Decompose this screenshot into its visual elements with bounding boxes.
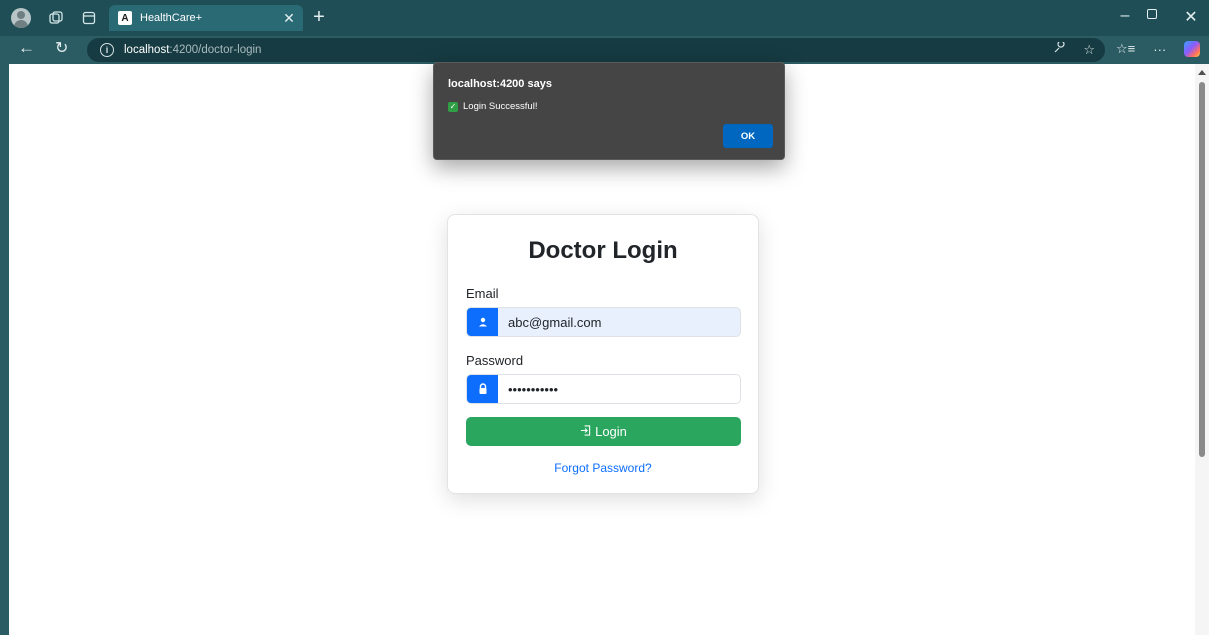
favorite-icon[interactable]: ☆ [1083, 42, 1095, 58]
reload-icon[interactable]: ↻ [55, 38, 68, 58]
login-button[interactable]: Login [466, 417, 741, 446]
more-icon[interactable]: ··· [1153, 42, 1166, 57]
scrollbar[interactable] [1195, 64, 1209, 635]
url-path: :4200/doctor-login [169, 44, 262, 56]
address-bar[interactable]: i localhost:4200/doctor-login ☆ [87, 38, 1105, 62]
url-host: localhost [124, 44, 170, 56]
url-text: localhost:4200/doctor-login [124, 44, 261, 56]
favorites-icon[interactable]: ☆≡ [1116, 41, 1135, 57]
browser-tab[interactable]: A HealthCare+ ✕ [109, 5, 303, 31]
maximize-icon[interactable] [1147, 9, 1157, 19]
alert-dialog: localhost:4200 says ✓ Login Successful! … [433, 62, 785, 160]
window-close-icon[interactable]: ✕ [1180, 7, 1202, 27]
email-input-group [466, 307, 741, 337]
toolbar-right: ☆≡ ··· [1116, 41, 1201, 57]
minimize-icon[interactable]: – [1114, 7, 1136, 25]
tab-actions-icon[interactable] [80, 9, 98, 27]
plus-icon[interactable]: + [308, 6, 330, 28]
dialog-message-text: Login Successful! [463, 101, 538, 112]
ok-button[interactable]: OK [723, 124, 773, 148]
info-icon[interactable]: i [100, 43, 114, 57]
scrollbar-thumb[interactable] [1199, 82, 1205, 457]
close-icon[interactable]: ✕ [279, 10, 299, 27]
login-card: Doctor Login Email Password Login Forgot… [447, 214, 759, 494]
read-aloud-icon[interactable] [1053, 40, 1065, 58]
back-icon[interactable]: ← [18, 38, 35, 58]
window-frame [0, 64, 8, 635]
login-icon [580, 424, 591, 439]
password-field[interactable] [498, 375, 740, 403]
address-icons: ☆ [1053, 40, 1095, 58]
dialog-title: localhost:4200 says [448, 78, 552, 90]
password-input-group [466, 374, 741, 404]
checkmark-icon: ✓ [448, 101, 458, 112]
email-label: Email [466, 286, 499, 301]
workspaces-icon[interactable] [47, 9, 65, 27]
tab-title: HealthCare+ [140, 12, 203, 24]
tab-favicon: A [118, 11, 132, 25]
copilot-icon[interactable] [1184, 41, 1201, 57]
password-label: Password [466, 353, 524, 368]
scroll-up-icon[interactable] [1198, 70, 1206, 75]
lock-icon [467, 375, 498, 403]
dialog-message: ✓ Login Successful! [448, 101, 537, 112]
page-title: Doctor Login [528, 237, 678, 264]
login-button-label: Login [595, 424, 627, 439]
browser-titlebar: A HealthCare+ ✕ + – ✕ [0, 0, 1209, 36]
email-field[interactable] [498, 308, 740, 336]
profile-icon[interactable] [11, 8, 31, 28]
user-icon [467, 308, 498, 336]
forgot-password-link[interactable]: Forgot Password? [448, 461, 758, 475]
browser-toolbar: ← ↻ i localhost:4200/doctor-login ☆ ☆≡ ·… [0, 36, 1209, 64]
